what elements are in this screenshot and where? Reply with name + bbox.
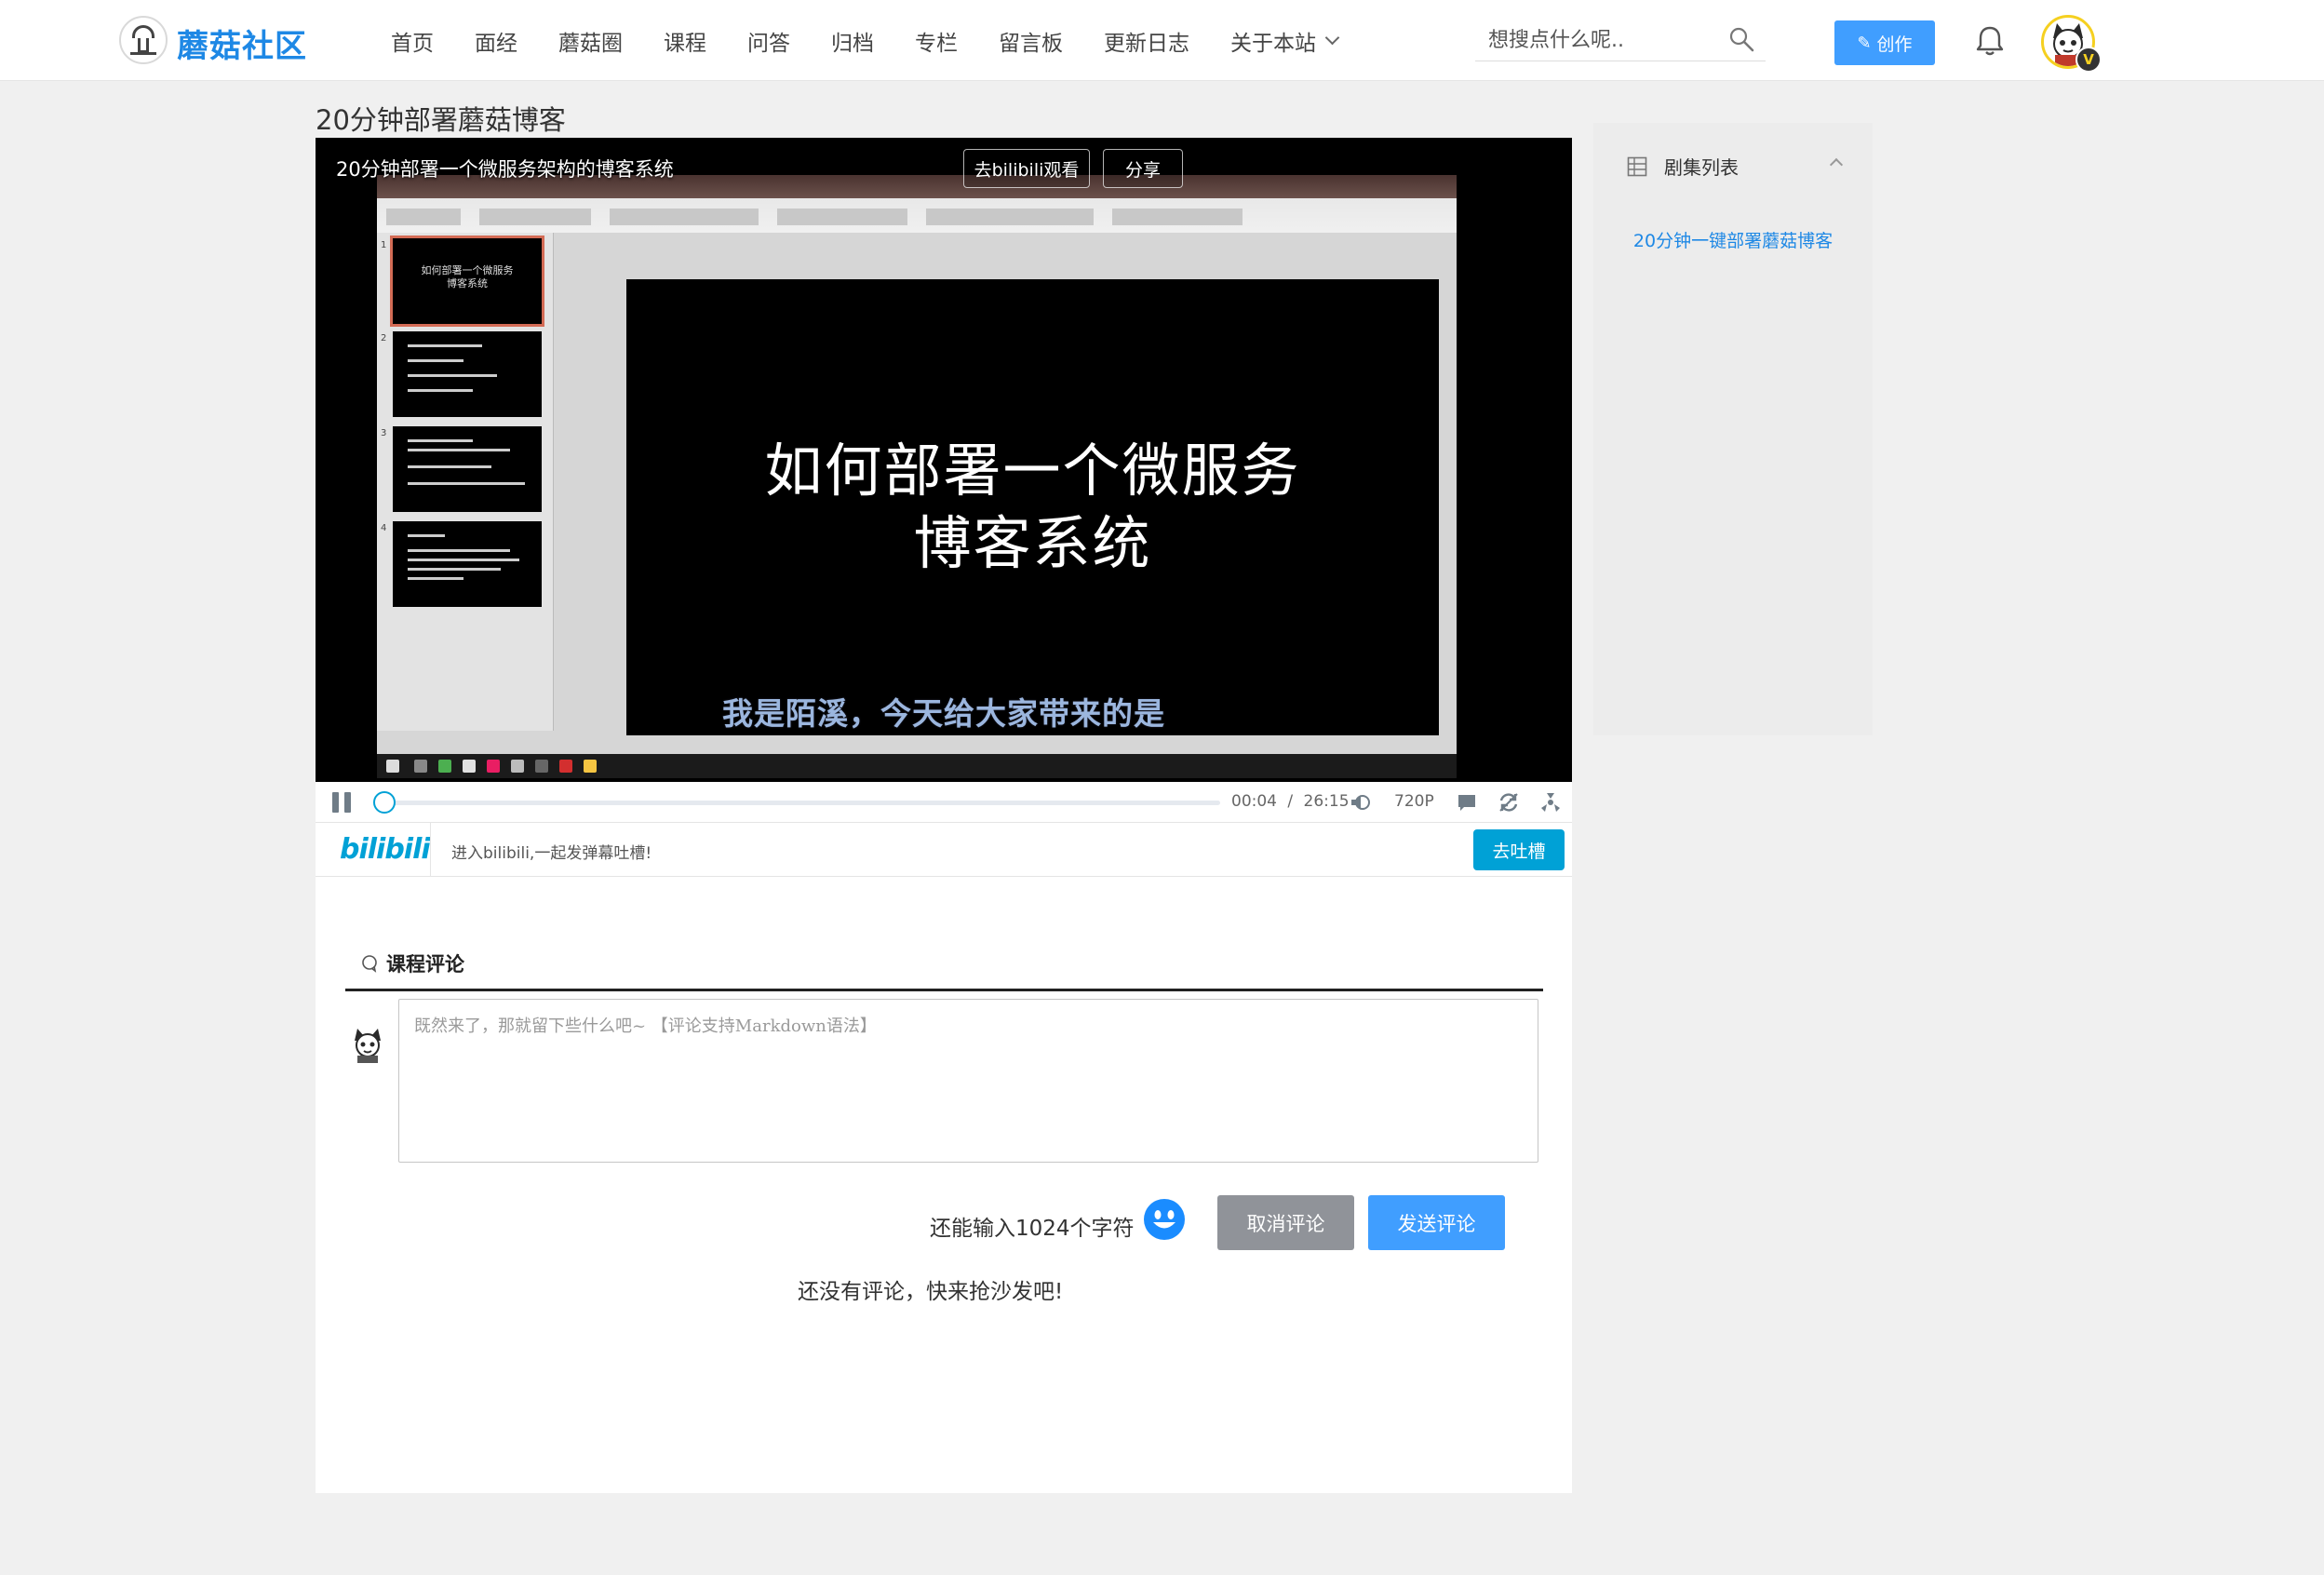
cancel-comment-button[interactable]: 取消评论 [1217,1195,1354,1250]
playback-time: 00:04 / 26:15 [1231,792,1350,811]
divider [430,823,431,877]
danmaku-toggle-icon[interactable] [1456,791,1478,814]
search-icon[interactable] [1728,26,1754,52]
nav-qa[interactable]: 问答 [747,25,790,57]
comments-header: 课程评论 [360,949,464,977]
search-box [1475,19,1766,61]
episode-list-header: 剧集列表 [1627,153,1739,180]
slide-thumb [393,521,542,607]
open-bilibili-button[interactable]: 去bilibili观看 [963,149,1090,188]
nav-home[interactable]: 首页 [391,25,434,57]
comments-divider [345,989,1543,991]
slide-title-line: 博客系统 [913,509,1152,577]
nav-interviews[interactable]: 面经 [475,25,517,57]
nav-courses[interactable]: 课程 [664,25,706,57]
progress-handle[interactable] [373,791,396,814]
slide-thumb: 如何部署一个微服务 博客系统 [390,236,544,327]
empty-comments-text: 还没有评论，快来抢沙发吧! [798,1280,1064,1304]
ppt-slide-canvas: 如何部署一个微服务 博客系统 [626,279,1439,735]
time-separator: / [1287,792,1294,811]
nav-message-board[interactable]: 留言板 [999,25,1063,57]
pen-icon: ✎ [1857,33,1872,53]
comment-bubble-icon [362,955,377,973]
bell-icon[interactable] [1971,22,2008,60]
comments-title: 课程评论 [386,953,464,976]
danmaku-prompt[interactable]: 进入bilibili,一起发弹幕吐槽! [451,840,652,863]
windows-taskbar [377,754,1457,778]
danmaku-bar: bilibili 进入bilibili,一起发弹幕吐槽! 去吐槽 [316,823,1572,877]
site-logo-text[interactable]: 蘑菇社区 [177,20,307,66]
search-input[interactable] [1488,26,1721,54]
main-nav: 首页 面经 蘑菇圈 课程 问答 归档 专栏 留言板 更新日志 关于本站 [391,0,1378,81]
emoji-icon[interactable] [1142,1197,1187,1242]
table-grid-icon [1627,156,1647,176]
top-header: 蘑菇社区 首页 面经 蘑菇圈 课程 问答 归档 专栏 留言板 更新日志 关于本站… [0,0,2324,81]
chevron-down-icon [1324,30,1340,46]
chevron-up-icon[interactable] [1829,157,1844,172]
progress-bar[interactable] [384,801,1220,805]
loop-icon[interactable] [1498,791,1520,814]
bilibili-logo[interactable]: bilibili [340,833,431,866]
char-count: 还能输入1024个字符 [930,1217,1135,1241]
nav-circle[interactable]: 蘑菇圈 [558,25,623,57]
video-ppt-screen: 1 如何部署一个微服务 博客系统 2 3 4 如何部署一个微服务 博客系统 [377,175,1457,778]
episode-list-title: 剧集列表 [1664,156,1739,179]
current-time: 00:04 [1231,792,1277,811]
comment-textarea[interactable] [398,999,1538,1163]
video-frame[interactable]: 1 如何部署一个微服务 博客系统 2 3 4 如何部署一个微服务 博客系统 我是… [316,138,1572,782]
duration: 26:15 [1303,792,1350,811]
video-player[interactable]: 1 如何部署一个微服务 博客系统 2 3 4 如何部署一个微服务 博客系统 我是… [316,138,1572,782]
video-title: 20分钟部署一个微服务架构的博客系统 [336,158,674,181]
quality-selector[interactable]: 720P [1394,792,1434,811]
volume-icon[interactable] [1349,791,1371,814]
player-controls: 00:04 / 26:15 720P [316,782,1572,823]
submit-comment-button[interactable]: 发送评论 [1368,1195,1505,1250]
nav-column[interactable]: 专栏 [915,25,958,57]
share-button[interactable]: 分享 [1103,149,1183,188]
pause-icon[interactable] [332,792,353,813]
slide-thumb [393,331,542,417]
commenter-avatar [355,1029,381,1063]
ppt-ribbon [377,175,1457,233]
create-button[interactable]: ✎ 创作 [1834,20,1935,65]
fullscreen-icon[interactable] [1539,791,1562,814]
ppt-slide-panel: 1 如何部署一个微服务 博客系统 2 3 4 [377,233,554,731]
nav-about-dropdown[interactable]: 关于本站 [1230,25,1340,57]
comments-section: 课程评论 还能输入1024个字符 取消评论 发送评论 还没有评论，快来抢沙发吧! [316,877,1572,1493]
nav-about-label: 关于本站 [1230,31,1316,56]
slide-thumb [393,426,542,512]
episode-sidebar: 剧集列表 20分钟一键部署蘑菇博客 [1593,123,1873,735]
page-title: 20分钟部署蘑菇博客 [316,104,566,136]
slide-title-line: 如何部署一个微服务 [764,437,1301,505]
episode-item[interactable]: 20分钟一键部署蘑菇博客 [1593,227,1873,252]
mushroom-logo-icon[interactable] [119,16,168,64]
nav-archive[interactable]: 归档 [831,25,874,57]
create-button-label: 创作 [1876,34,1913,55]
nav-changelog[interactable]: 更新日志 [1104,25,1189,57]
vip-badge: V [2075,47,2102,73]
send-danmaku-button[interactable]: 去吐槽 [1473,829,1565,870]
video-subtitle: 我是陌溪，今天给大家带来的是 [722,695,1165,732]
